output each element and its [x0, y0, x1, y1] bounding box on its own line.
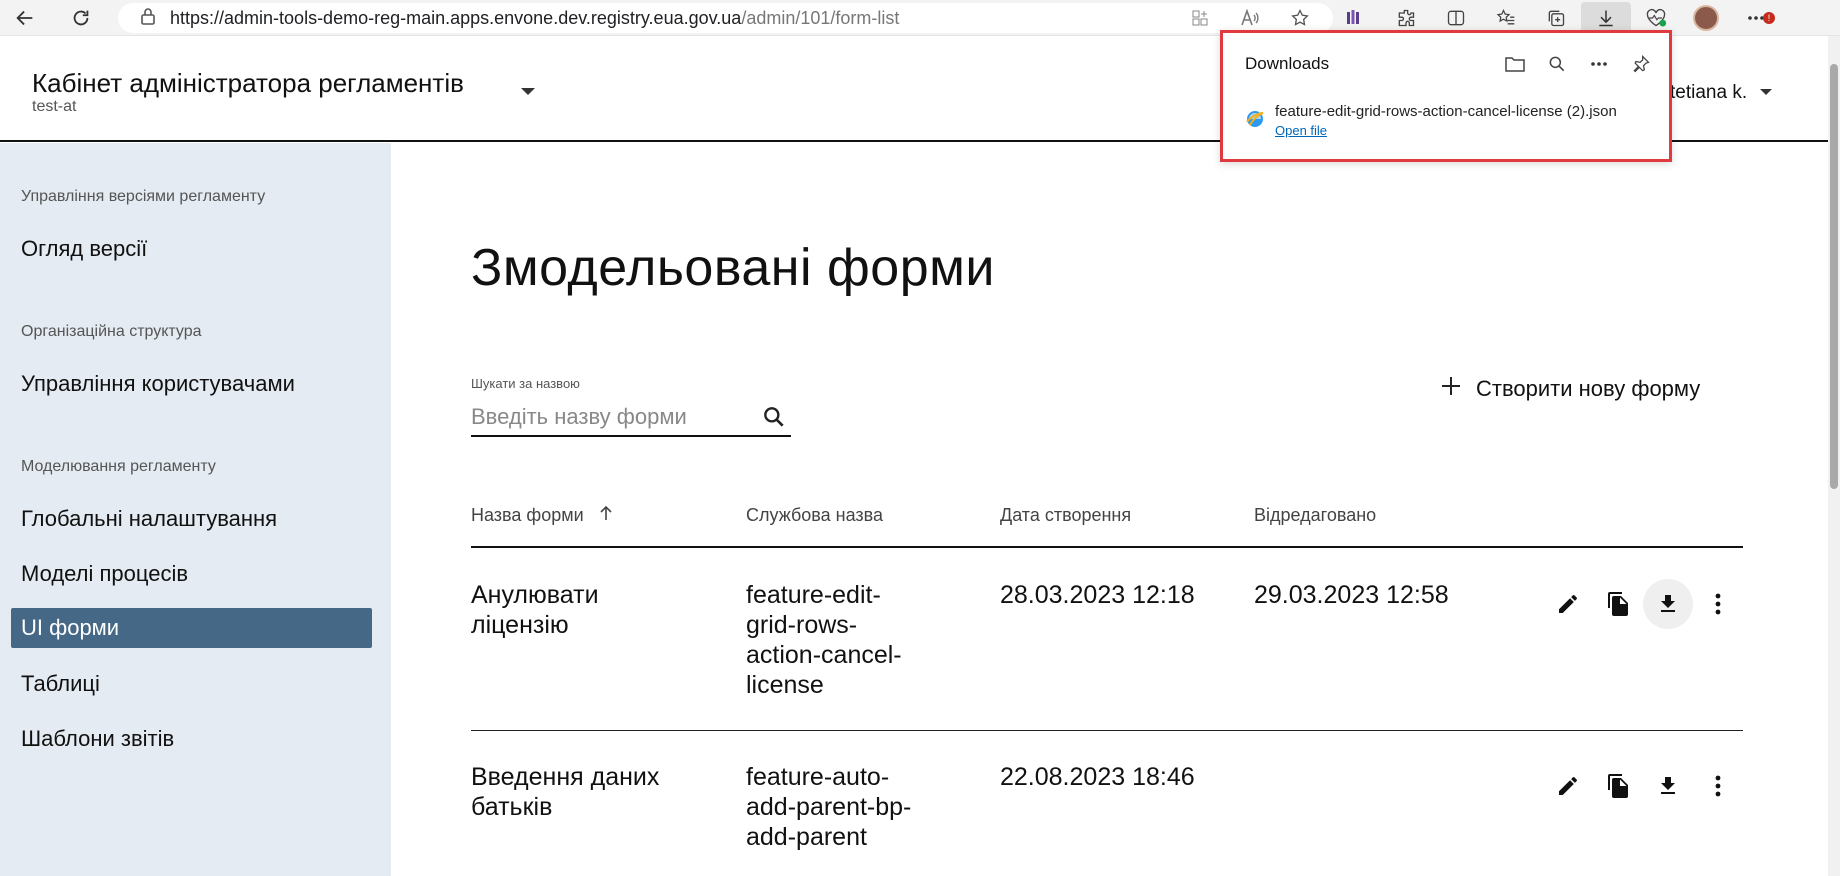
sidebar-item-users[interactable]: Управління користувачами — [21, 371, 295, 397]
sidebar-item-tables[interactable]: Таблиці — [21, 671, 100, 697]
table-row-service-name: feature-edit- grid-rows- action-cancel- … — [746, 580, 956, 700]
downloads-title: Downloads — [1245, 54, 1330, 73]
apps-icon[interactable] — [1175, 2, 1225, 34]
column-header-service-name[interactable]: Службова назва — [746, 505, 883, 526]
search-label: Шукати за назвою — [471, 376, 580, 391]
table-row-name: Анулювати ліцензію — [471, 580, 711, 640]
url-path: /admin/101/form-list — [741, 7, 900, 28]
copy-icon[interactable] — [1593, 761, 1643, 811]
back-icon[interactable] — [10, 3, 40, 33]
kebab-icon[interactable] — [1693, 579, 1743, 629]
user-name[interactable]: tetiana k. — [1670, 82, 1747, 104]
pin-icon[interactable] — [1623, 49, 1659, 79]
sidebar-section-title: Моделювання регламенту — [21, 458, 216, 475]
table-row-service-name: feature-auto- add-parent-bp- add-parent — [746, 762, 956, 852]
folder-icon[interactable] — [1497, 49, 1533, 79]
row-name-line: Введення даних — [471, 763, 660, 791]
chevron-down-icon[interactable] — [1760, 89, 1772, 95]
row-service-line: license — [746, 671, 824, 699]
row-service-line: add-parent — [746, 823, 867, 851]
row-name-line: ліцензію — [471, 611, 569, 639]
column-header-name[interactable]: Назва форми — [471, 505, 613, 526]
row-service-line: add-parent-bp- — [746, 793, 912, 821]
app-subtitle: test-at — [32, 98, 77, 115]
download-icon[interactable] — [1643, 579, 1693, 629]
table-row-created: 22.08.2023 18:46 — [1000, 763, 1195, 791]
column-header-label: Назва форми — [471, 505, 584, 525]
table-row-created: 28.03.2023 12:18 — [1000, 581, 1195, 609]
plus-icon — [1440, 375, 1462, 403]
table-row-name: Введення даних батьків — [471, 762, 711, 822]
sidebar-section-title: Управління версіями регламенту — [21, 188, 266, 205]
more-icon[interactable] — [1581, 49, 1617, 79]
table-row-edited: 29.03.2023 12:58 — [1254, 581, 1449, 609]
header-divider — [471, 546, 1743, 548]
url-host: https://admin-tools-demo-reg-main.apps.e… — [170, 7, 742, 28]
row-name-line: Анулювати — [471, 581, 599, 609]
row-name-line: батьків — [471, 793, 553, 821]
row-service-line: feature-edit- — [746, 581, 881, 609]
search-icon[interactable] — [761, 404, 787, 435]
page-title: Змодельовані форми — [471, 239, 995, 297]
lock-icon — [140, 7, 156, 30]
create-form-label: Створити нову форму — [1476, 376, 1701, 401]
row-service-line: feature-auto- — [746, 763, 890, 791]
downloads-panel: Downloads feature-edit-grid-rows-action-… — [1220, 30, 1672, 162]
sidebar-item-version-review[interactable]: Огляд версії — [21, 236, 147, 262]
create-form-button[interactable]: Створити нову форму — [1440, 372, 1700, 406]
sidebar-item-global-settings[interactable]: Глобальні налаштування — [21, 506, 277, 532]
column-header-created[interactable]: Дата створення — [1000, 505, 1131, 526]
file-icon — [1245, 109, 1265, 134]
row-divider — [471, 730, 1743, 731]
download-filename[interactable]: feature-edit-grid-rows-action-cancel-lic… — [1275, 103, 1617, 120]
scrollbar-thumb[interactable] — [1830, 64, 1838, 489]
sidebar-item-ui-forms[interactable]: UI форми — [11, 608, 372, 648]
refresh-icon[interactable] — [66, 3, 96, 33]
kebab-icon[interactable] — [1693, 761, 1743, 811]
row-service-line: grid-rows- — [746, 611, 858, 639]
column-header-edited[interactable]: Відредаговано — [1254, 505, 1376, 526]
sidebar-item-process-models[interactable]: Моделі процесів — [21, 561, 188, 587]
edit-icon[interactable] — [1543, 761, 1593, 811]
open-file-link[interactable]: Open file — [1275, 123, 1327, 138]
chevron-down-icon[interactable] — [521, 88, 535, 95]
search-icon[interactable] — [1539, 49, 1575, 79]
avatar[interactable] — [1681, 2, 1731, 34]
sort-up-icon[interactable] — [599, 505, 613, 525]
download-icon[interactable] — [1643, 761, 1693, 811]
app-title: Кабінет адміністратора регламентів — [32, 68, 464, 98]
row-service-line: action-cancel- — [746, 641, 902, 669]
search-input[interactable] — [471, 403, 751, 430]
sidebar: Управління версіями регламенту Огляд вер… — [0, 143, 391, 876]
address-bar[interactable]: https://admin-tools-demo-reg-main.apps.e… — [118, 3, 1333, 33]
edit-icon[interactable] — [1543, 579, 1593, 629]
search-field — [471, 398, 791, 437]
sidebar-item-report-templates[interactable]: Шаблони звітів — [21, 726, 174, 752]
scrollbar[interactable] — [1828, 36, 1840, 876]
copy-icon[interactable] — [1593, 579, 1643, 629]
sidebar-section-title: Організаційна структура — [21, 323, 202, 340]
more-icon[interactable]: ! — [1731, 2, 1781, 34]
